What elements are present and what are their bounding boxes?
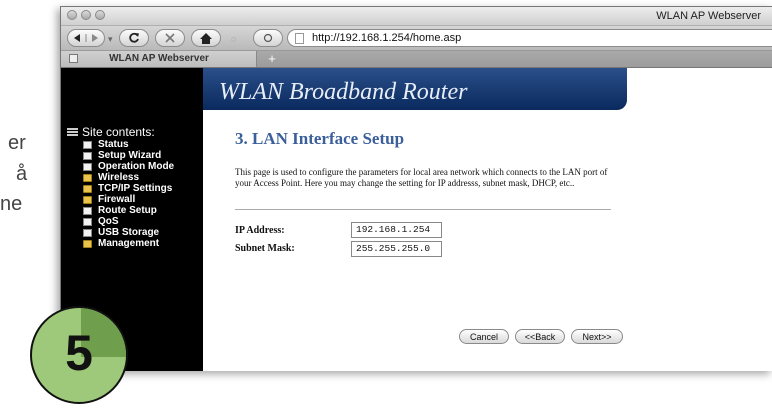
document-icon	[83, 206, 92, 215]
sidebar-item-label[interactable]: USB Storage	[98, 227, 159, 238]
window-controls	[67, 10, 105, 20]
history-dropdown-icon[interactable]: ▾	[108, 34, 113, 45]
folder-icon	[83, 173, 92, 182]
sidebar-item-operation-mode[interactable]: Operation Mode	[83, 161, 174, 172]
search-icon	[263, 33, 273, 43]
main-panel: 3. LAN Interface Setup This page is used…	[203, 110, 772, 371]
sidebar-item-label[interactable]: Operation Mode	[98, 161, 174, 172]
back-forward-buttons[interactable]	[67, 29, 105, 47]
sidebar-item-label[interactable]: Setup Wizard	[98, 150, 161, 161]
site-contents-label: Site contents:	[82, 125, 155, 139]
folder-icon	[83, 195, 92, 204]
url-text[interactable]: http://192.168.1.254/home.asp	[312, 32, 461, 44]
page-title: 3. LAN Interface Setup	[235, 129, 405, 148]
minimize-window-button[interactable]	[81, 10, 91, 20]
site-contents-heading: Site contents:	[67, 125, 155, 139]
background-text-line: ne	[0, 193, 23, 215]
reload-button[interactable]	[119, 29, 149, 47]
next-button[interactable]: Next>>	[571, 329, 623, 344]
sidebar-item-usb-storage[interactable]: USB Storage	[83, 227, 174, 238]
address-bar[interactable]: http://192.168.1.254/home.asp	[287, 29, 772, 47]
close-window-button[interactable]	[67, 10, 77, 20]
sidebar-item-route-setup[interactable]: Route Setup	[83, 205, 174, 216]
sidebar-item-label[interactable]: Route Setup	[98, 205, 157, 216]
browser-toolbar: ▾ ◌ http://192.168.1.254/home.asp	[61, 26, 772, 51]
sidebar-item-setup-wizard[interactable]: Setup Wizard	[83, 150, 174, 161]
document-icon	[83, 151, 92, 160]
subnet-mask-input[interactable]: 255.255.255.0	[351, 241, 442, 257]
step-number: 5	[65, 325, 93, 381]
back-forward-icon	[74, 34, 98, 42]
tab-label: WLAN AP Webserver	[109, 53, 209, 64]
background-text-line: er	[8, 132, 26, 154]
tab-bar: WLAN AP Webserver +	[61, 51, 772, 68]
banner-left-block	[61, 68, 203, 110]
sidebar-item-qos[interactable]: QoS	[83, 216, 174, 227]
ip-address-input[interactable]: 192.168.1.254	[351, 222, 442, 238]
folder-icon	[83, 239, 92, 248]
sidebar-item-management[interactable]: Management	[83, 238, 174, 249]
subnet-mask-label: Subnet Mask:	[235, 243, 295, 254]
sidebar-item-label[interactable]: TCP/IP Settings	[98, 183, 172, 194]
sidebar-item-wireless[interactable]: Wireless	[83, 172, 174, 183]
web-page: WLAN Broadband Router Site contents: Sta…	[61, 68, 772, 371]
page-description: This page is used to configure the param…	[235, 167, 608, 188]
window-title: WLAN AP Webserver	[656, 10, 761, 22]
title-bar: WLAN AP Webserver	[61, 7, 772, 26]
divider	[235, 209, 611, 210]
cancel-button[interactable]: Cancel	[459, 329, 509, 344]
sidebar-item-label[interactable]: QoS	[98, 216, 119, 227]
router-title: WLAN Broadband Router	[219, 79, 468, 105]
search-button[interactable]	[253, 29, 283, 47]
sidebar-item-label[interactable]: Status	[98, 139, 129, 150]
home-icon	[200, 32, 212, 44]
stop-icon	[165, 33, 175, 43]
zoom-window-button[interactable]	[95, 10, 105, 20]
home-button[interactable]	[191, 29, 221, 47]
document-icon	[83, 217, 92, 226]
ip-address-label: IP Address:	[235, 225, 285, 236]
sidebar-item-tcpip-settings[interactable]: TCP/IP Settings	[83, 183, 174, 194]
new-tab-button[interactable]: +	[263, 51, 281, 67]
rss-icon[interactable]: ◌	[231, 34, 236, 44]
back-button[interactable]: <<Back	[515, 329, 565, 344]
document-icon	[83, 162, 92, 171]
background-text-line: å	[16, 163, 28, 185]
sidebar-menu: Status Setup Wizard Operation Mode Wirel…	[83, 139, 174, 249]
document-icon	[83, 140, 92, 149]
step-badge: 5	[30, 306, 128, 404]
sidebar-item-label[interactable]: Wireless	[98, 172, 139, 183]
document-icon	[83, 228, 92, 237]
sidebar-item-label[interactable]: Firewall	[98, 194, 135, 205]
reload-icon	[129, 32, 139, 43]
page-icon	[295, 33, 304, 44]
menu-lines-icon	[67, 127, 78, 137]
folder-icon	[83, 184, 92, 193]
tab-wlan-ap[interactable]: WLAN AP Webserver	[61, 51, 257, 67]
sidebar-item-firewall[interactable]: Firewall	[83, 194, 174, 205]
stop-button[interactable]	[155, 29, 185, 47]
browser-window: WLAN AP Webserver ▾ ◌ http://192.168.1.2…	[60, 6, 772, 371]
sidebar-item-status[interactable]: Status	[83, 139, 174, 150]
sidebar-item-label[interactable]: Management	[98, 238, 159, 249]
